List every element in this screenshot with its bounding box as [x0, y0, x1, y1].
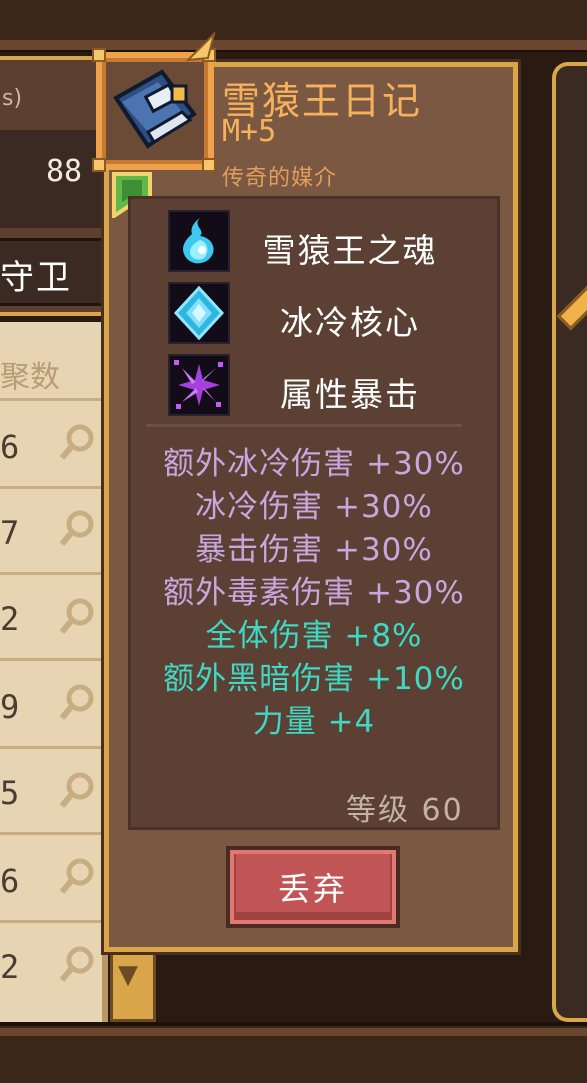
level-requirement: 等级 60: [346, 793, 464, 828]
right-side-panel: [552, 62, 587, 1022]
purple-burst-icon: [168, 354, 230, 416]
item-level-tag: M+5: [222, 114, 277, 149]
ice-gem-icon: [168, 282, 230, 344]
magnifier-icon[interactable]: [58, 596, 98, 636]
magnifier-icon[interactable]: [58, 508, 98, 548]
frame-corner: [202, 158, 216, 172]
affix-name: 冰冷核心: [280, 303, 420, 342]
blue-book-icon: [113, 69, 197, 149]
scroll-down-icon: ▼: [118, 960, 138, 990]
frame-corner: [92, 158, 106, 172]
background-tab-label: 守卫: [0, 258, 72, 298]
row-divider: [0, 398, 104, 401]
row-value: 6: [0, 862, 20, 900]
stat-line: 额外黑暗伤害 +10%: [163, 661, 465, 697]
magnifier-icon[interactable]: [58, 682, 98, 722]
magnifier-icon[interactable]: [58, 944, 98, 984]
item-type-label: 传奇的媒介: [222, 166, 338, 191]
affix-name: 属性暴击: [280, 375, 420, 414]
bottom-frame-trim: [0, 1028, 587, 1036]
stats-divider: [146, 424, 462, 427]
row-divider: [0, 658, 104, 661]
background-header-hint: s): [2, 86, 23, 111]
stat-line: 暴击伤害 +30%: [195, 532, 433, 568]
affix-name: 雪猿王之魂: [262, 231, 438, 270]
row-divider: [0, 746, 104, 749]
stat-line: 冰冷伤害 +30%: [195, 489, 433, 525]
background-column-header: 聚数: [0, 360, 60, 395]
stat-line: 额外毒素伤害 +30%: [163, 575, 465, 611]
row-value: 6: [0, 428, 20, 466]
row-divider: [0, 920, 104, 923]
magnifier-icon[interactable]: [58, 770, 98, 810]
stat-line: 额外冰冷伤害 +30%: [163, 446, 465, 482]
row-value: 9: [0, 688, 20, 726]
row-value: 7: [0, 514, 20, 552]
row-value: 2: [0, 600, 20, 638]
discard-button[interactable]: 丢弃: [226, 846, 400, 928]
blue-flame-icon: [168, 210, 230, 272]
stat-line: 力量 +4: [252, 704, 376, 740]
row-divider: [0, 486, 104, 489]
stat-line: 全体伤害 +8%: [205, 618, 423, 654]
frame-spike-icon: [186, 32, 216, 62]
row-divider: [0, 572, 104, 575]
background-count-value: 88: [46, 154, 83, 189]
row-value: 2: [0, 948, 20, 986]
row-divider: [0, 832, 104, 835]
magnifier-icon[interactable]: [58, 856, 98, 896]
row-value: 5: [0, 774, 20, 812]
frame-corner: [92, 48, 106, 62]
magnifier-icon[interactable]: [58, 422, 98, 462]
top-frame-trim: [0, 40, 587, 50]
